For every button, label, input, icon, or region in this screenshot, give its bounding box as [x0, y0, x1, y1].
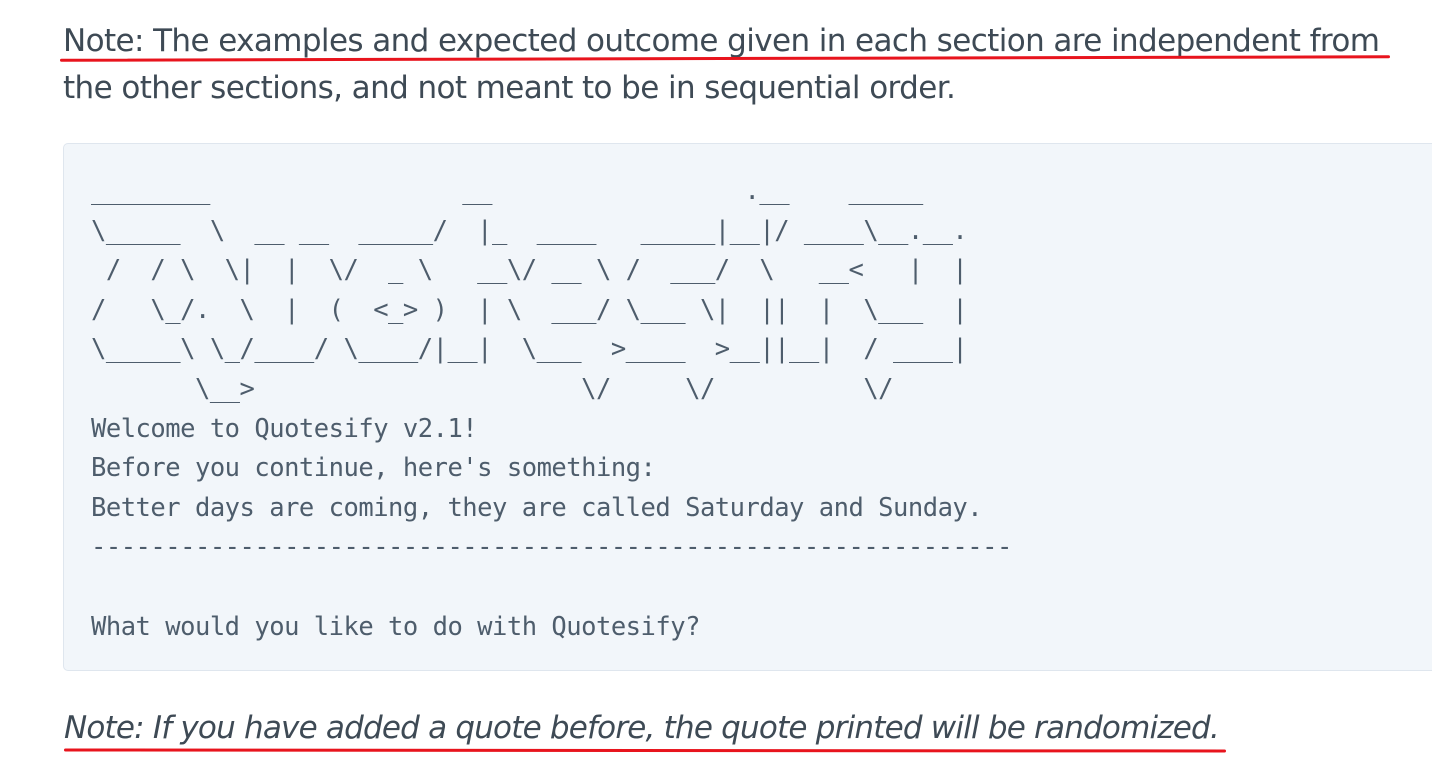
- ascii-art-line: \__> \/ \/ \/: [91, 373, 894, 404]
- ascii-art-line: \_____\ \_/____/ \____/|__| \___ >____ >…: [91, 334, 968, 365]
- console-output-block: ________ __ .__ _____ \_____ \ __ __ ___…: [63, 143, 1432, 671]
- prompt-text: What would you like to do with Quotesify…: [91, 611, 700, 642]
- note-randomized-quote: Note: If you have added a quote before, …: [64, 710, 1220, 746]
- welcome-message: Welcome to Quotesify v2.1!: [91, 413, 478, 444]
- ascii-art-line: / / \ \| | \/ _ \ __\/ __ \ / ___/ \ __<…: [91, 255, 968, 286]
- divider-line: ----------------------------------------…: [91, 532, 1012, 563]
- ascii-art-line: / \_/. \ | ( <_> ) | \ ___/ \___ \| || |…: [91, 294, 968, 325]
- console-output-text: ________ __ .__ _____ \_____ \ __ __ ___…: [91, 172, 1012, 647]
- red-underline-annotation: [63, 748, 1227, 753]
- ascii-art-line: \_____ \ __ __ _____/ |_ ____ _____|__|/…: [91, 215, 968, 246]
- ascii-art-line: ________ __ .__ _____: [91, 176, 923, 206]
- quote-text: Better days are coming, they are called …: [91, 492, 983, 523]
- note-sections-independent: Note: The examples and expected outcome …: [63, 23, 1380, 106]
- quote-intro: Before you continue, here's something:: [91, 453, 656, 484]
